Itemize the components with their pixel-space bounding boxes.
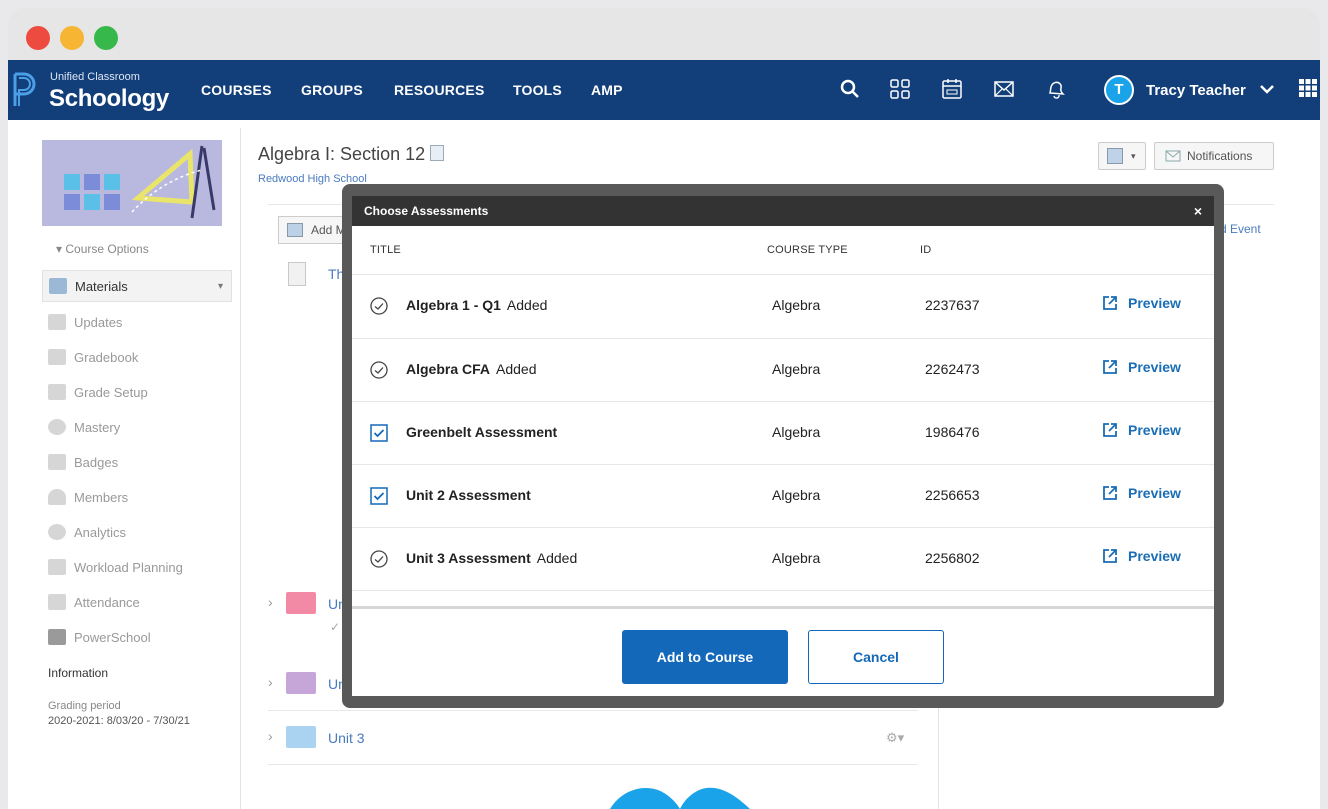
dialog-title: Choose Assessments [364,204,489,218]
added-check-circle-icon [370,361,388,379]
assessment-name: Unit 3 Assessment [406,550,531,566]
preview-label: Preview [1128,422,1181,438]
dialog-footer-divider [352,606,1214,609]
assessment-title: Algebra CFA Added [406,361,537,377]
assessment-name: Unit 2 Assessment [406,487,531,503]
external-link-icon [1103,360,1117,374]
table-row: Unit 2 Assessment Algebra 2256653 Previe… [352,464,1214,527]
added-status: Added [506,297,548,313]
column-header-title: TITLE [370,244,401,256]
preview-link[interactable]: Preview [1102,359,1181,375]
checkbox-checked[interactable] [370,424,388,442]
table-row: Unit 3 Assessment Added Algebra 2256802 P… [352,527,1214,590]
preview-label: Preview [1128,485,1181,501]
cancel-button[interactable]: Cancel [808,630,944,684]
choose-assessments-dialog: Choose Assessments × TITLE COURSE TYPE I… [352,196,1214,696]
assessment-title: Algebra 1 - Q1 Added [406,297,547,313]
course-type: Algebra [772,487,821,503]
added-check-circle-icon [370,297,388,315]
external-link-icon [1103,486,1117,500]
assessment-id: 1986476 [925,424,980,440]
assessment-name: Greenbelt Assessment [406,424,558,440]
preview-label: Preview [1128,295,1181,311]
added-status: Added [536,550,578,566]
column-header-id: ID [920,244,932,256]
dialog-header: Choose Assessments × [352,196,1214,226]
preview-label: Preview [1128,359,1181,375]
column-header-course-type: COURSE TYPE [767,244,848,256]
preview-link[interactable]: Preview [1102,548,1181,564]
external-link-icon [1103,549,1117,563]
preview-link[interactable]: Preview [1102,295,1181,311]
preview-label: Preview [1128,548,1181,564]
assessment-title: Unit 3 Assessment Added [406,550,577,566]
assessment-id: 2256802 [925,550,980,566]
preview-link[interactable]: Preview [1102,422,1181,438]
course-type: Algebra [772,297,821,313]
divider [352,590,1214,591]
decorative-wave-shape [610,787,750,809]
external-link-icon [1103,296,1117,310]
assessment-title: Unit 2 Assessment [406,487,531,503]
assessment-id: 2256653 [925,487,980,503]
assessment-name: Algebra 1 - Q1 [406,297,501,313]
table-row: Algebra CFA Added Algebra 2262473 Preview [352,338,1214,401]
course-type: Algebra [772,361,821,377]
close-icon[interactable]: × [1194,196,1202,226]
course-type: Algebra [772,550,821,566]
added-status: Added [496,361,537,377]
add-to-course-button[interactable]: Add to Course [622,630,788,684]
assessment-title: Greenbelt Assessment [406,424,557,440]
assessment-id: 2237637 [925,297,980,313]
external-link-icon [1103,423,1117,437]
table-row: Greenbelt Assessment Algebra 1986476 Pre… [352,401,1214,464]
assessment-name: Algebra CFA [406,361,491,377]
assessment-id: 2262473 [925,361,980,377]
course-type: Algebra [772,424,821,440]
preview-link[interactable]: Preview [1102,485,1181,501]
added-check-circle-icon [370,550,388,568]
checkbox-checked[interactable] [370,487,388,505]
modal-overlay: Choose Assessments × TITLE COURSE TYPE I… [0,0,1328,809]
table-row: Algebra 1 - Q1 Added Algebra 2237637 Prev… [352,274,1214,337]
